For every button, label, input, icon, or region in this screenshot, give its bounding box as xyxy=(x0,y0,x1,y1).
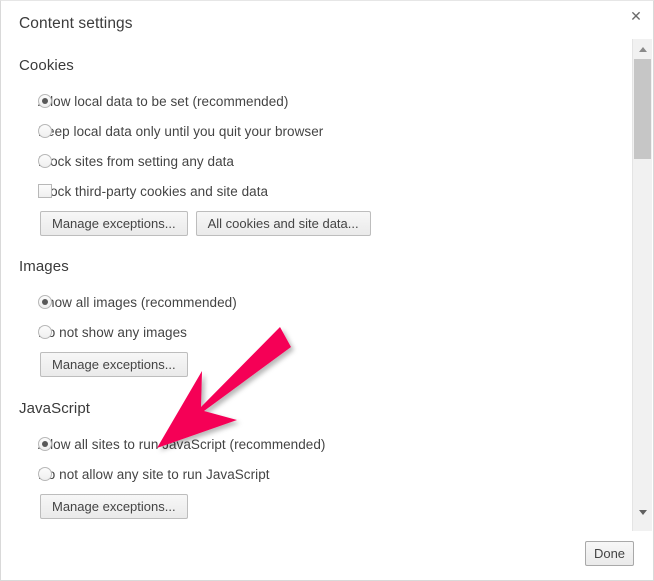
section-heading: Images xyxy=(19,258,69,275)
dialog-titlebar: Content settings ✕ xyxy=(1,1,653,38)
manage-exceptions-button[interactable]: Manage exceptions... xyxy=(40,494,188,519)
option-list: Show all images (recommended) Do not show… xyxy=(2,287,602,347)
radio-button[interactable] xyxy=(38,437,52,451)
section-button-row: Manage exceptions... All cookies and site… xyxy=(2,211,602,236)
settings-content: Cookies Allow local data to be set (recom… xyxy=(2,38,633,533)
radio-button[interactable] xyxy=(38,325,52,339)
option-list: Allow all sites to run JavaScript (recom… xyxy=(2,429,602,489)
radio-button[interactable] xyxy=(38,467,52,481)
radio-button[interactable] xyxy=(38,295,52,309)
radio-option-row[interactable]: Allow all sites to run JavaScript (recom… xyxy=(2,429,602,459)
radio-button[interactable] xyxy=(38,124,52,138)
manage-exceptions-button[interactable]: Manage exceptions... xyxy=(40,352,188,377)
close-icon[interactable]: ✕ xyxy=(624,5,648,29)
option-list: Allow local data to be set (recommended)… xyxy=(2,86,602,206)
vertical-scrollbar[interactable] xyxy=(632,39,652,533)
dialog-footer: Done xyxy=(2,531,653,579)
section-heading: Cookies xyxy=(19,57,74,74)
scrollbar-thumb[interactable] xyxy=(634,59,651,159)
option-label: Block third-party cookies and site data xyxy=(38,183,269,199)
radio-option-row[interactable]: Allow local data to be set (recommended) xyxy=(2,86,602,116)
section-heading: JavaScript xyxy=(19,400,91,417)
option-label: Allow all sites to run JavaScript (recom… xyxy=(38,436,326,452)
settings-section: Images Show all images (recommended) Do no… xyxy=(2,258,602,377)
settings-section: Cookies Allow local data to be set (recom… xyxy=(2,57,602,236)
manage-exceptions-button[interactable]: Manage exceptions... xyxy=(40,211,188,236)
content-settings-dialog: Content settings ✕ Cookies Allow local da… xyxy=(0,0,654,581)
option-label: Block sites from setting any data xyxy=(38,153,234,169)
option-label: Show all images (recommended) xyxy=(38,294,237,310)
checkbox-option-row[interactable]: Block third-party cookies and site data xyxy=(2,176,602,206)
triangle-down-icon[interactable] xyxy=(633,504,652,521)
page-title: Content settings xyxy=(19,15,133,32)
option-label: Do not show any images xyxy=(38,324,187,340)
option-label: Allow local data to be set (recommended) xyxy=(38,93,289,109)
radio-option-row[interactable]: Show all images (recommended) xyxy=(2,287,602,317)
triangle-up-icon[interactable] xyxy=(633,41,652,58)
all-cookies-and-site-data-button[interactable]: All cookies and site data... xyxy=(195,211,371,236)
section-button-row: Manage exceptions... xyxy=(2,494,602,519)
radio-option-row[interactable]: Keep local data only until you quit your… xyxy=(2,116,602,146)
radio-button[interactable] xyxy=(38,154,52,168)
section-button-row: Manage exceptions... xyxy=(2,352,602,377)
radio-option-row[interactable]: Block sites from setting any data xyxy=(2,146,602,176)
radio-option-row[interactable]: Do not allow any site to run JavaScript xyxy=(2,459,602,489)
option-label: Do not allow any site to run JavaScript xyxy=(38,466,270,482)
done-button[interactable]: Done xyxy=(585,541,634,566)
radio-option-row[interactable]: Do not show any images xyxy=(2,317,602,347)
radio-button[interactable] xyxy=(38,94,52,108)
settings-section: JavaScript Allow all sites to run JavaScr… xyxy=(2,400,602,519)
checkbox[interactable] xyxy=(38,184,52,198)
option-label: Keep local data only until you quit your… xyxy=(38,123,324,139)
